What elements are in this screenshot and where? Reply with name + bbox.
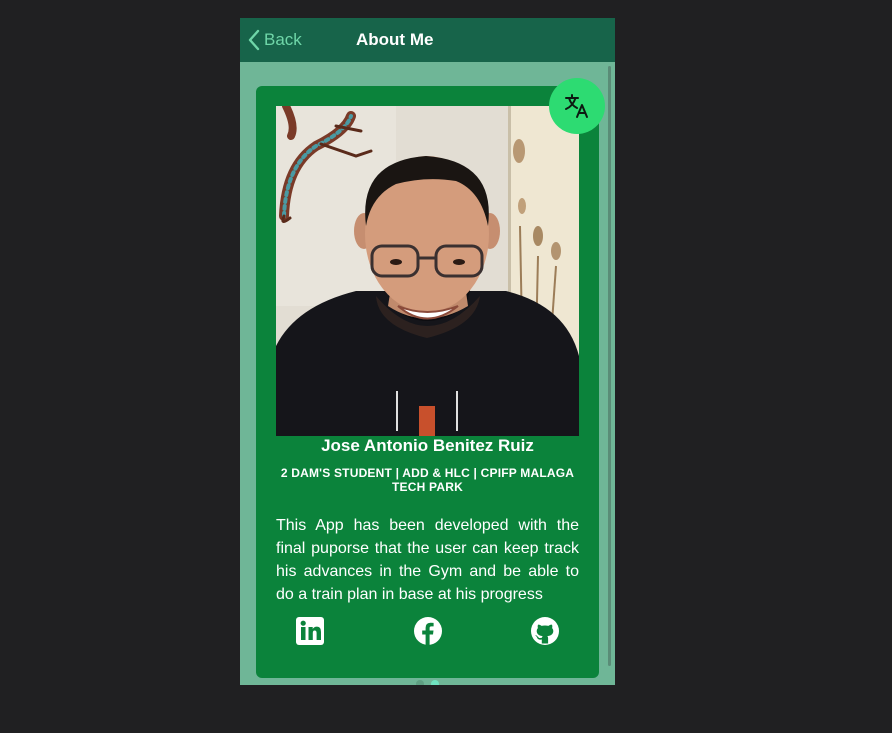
scrollbar[interactable] — [608, 66, 611, 666]
social-links — [256, 616, 599, 648]
facebook-icon — [414, 617, 442, 645]
github-icon — [531, 617, 559, 645]
app-header: Back About Me — [240, 18, 615, 62]
profile-description: This App has been developed with the fin… — [276, 517, 579, 603]
app-screen: Back About Me Jose Antonio Benitez Ruiz … — [240, 18, 615, 685]
profile-card: Jose Antonio Benitez Ruiz 2 DAM'S STUDEN… — [256, 86, 599, 678]
profile-subtitle: 2 DAM'S STUDENT | ADD & HLC | CPIFP MALA… — [280, 466, 575, 494]
profile-name: Jose Antonio Benitez Ruiz — [321, 436, 534, 455]
linkedin-link[interactable] — [295, 616, 325, 646]
page-indicator — [416, 680, 446, 685]
page-title: About Me — [356, 30, 434, 49]
translate-button[interactable] — [549, 78, 605, 134]
page-dot-active[interactable] — [431, 680, 439, 685]
github-link[interactable] — [530, 616, 560, 646]
profile-photo — [276, 106, 579, 436]
facebook-link[interactable] — [413, 616, 443, 646]
page-dot[interactable] — [416, 680, 424, 685]
translate-icon — [565, 94, 588, 118]
linkedin-icon — [296, 617, 324, 645]
